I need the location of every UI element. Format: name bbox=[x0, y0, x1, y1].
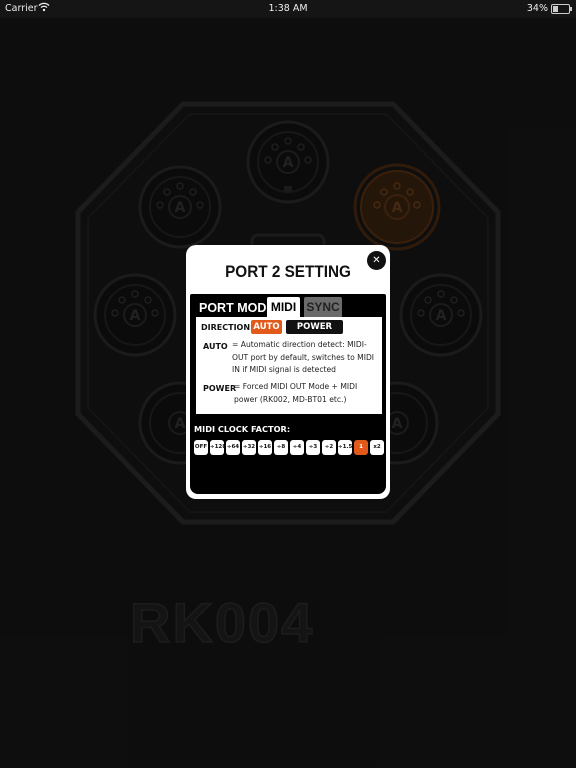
clock-factor-option[interactable]: ÷128 bbox=[210, 440, 226, 455]
clock-factor-option[interactable]: OFF bbox=[194, 440, 208, 455]
clock-factor-option[interactable]: ÷8 bbox=[274, 440, 288, 455]
close-icon: ✕ bbox=[372, 255, 381, 266]
tab-midi[interactable]: MIDI bbox=[267, 297, 300, 317]
clock-factor-option[interactable]: ÷64 bbox=[226, 440, 240, 455]
tab-sync[interactable]: SYNC bbox=[304, 297, 342, 317]
direction-power-out-button[interactable]: POWER OUT bbox=[286, 320, 343, 346]
clock-factor-option[interactable]: ÷32 bbox=[242, 440, 256, 455]
auto-desc-key: AUTO bbox=[203, 342, 228, 351]
power-desc-key: POWER bbox=[203, 384, 237, 393]
clock-factor-option-selected[interactable]: 1 bbox=[354, 440, 368, 455]
clock-factor-selector: OFF ÷128 ÷64 ÷32 ÷16 ÷8 ÷4 ÷3 ÷2 ÷1.5 1 … bbox=[194, 440, 384, 455]
auto-desc-text: = Automatic direction detect: MIDI-OUT p… bbox=[232, 340, 375, 374]
port-setting-dialog: PORT 2 SETTING ✕ PORT MODE: MIDI SYNC DI… bbox=[186, 245, 390, 499]
clock-factor-label: MIDI CLOCK FACTOR: bbox=[194, 424, 291, 434]
dialog-title: PORT 2 SETTING bbox=[225, 262, 351, 281]
clock-factor-option[interactable]: ÷16 bbox=[258, 440, 272, 455]
direction-auto-button[interactable]: AUTO bbox=[251, 320, 282, 334]
clock-factor-option[interactable]: ÷4 bbox=[290, 440, 304, 455]
direction-label: DIRECTION: bbox=[201, 323, 254, 332]
clock-factor-option[interactable]: ÷3 bbox=[306, 440, 320, 455]
clock-factor-option[interactable]: ÷1.5 bbox=[338, 440, 352, 455]
power-desc-text: = Forced MIDI OUT Mode + MIDI power (RK0… bbox=[234, 382, 358, 404]
midi-settings-panel: DIRECTION: AUTO POWER OUT AUTO = Automat… bbox=[196, 317, 382, 414]
close-button[interactable]: ✕ bbox=[367, 251, 386, 270]
dialog-body: PORT MODE: MIDI SYNC DIRECTION: AUTO POW… bbox=[190, 294, 386, 494]
clock-factor-option[interactable]: ÷2 bbox=[322, 440, 336, 455]
clock-factor-option[interactable]: x2 bbox=[370, 440, 384, 455]
